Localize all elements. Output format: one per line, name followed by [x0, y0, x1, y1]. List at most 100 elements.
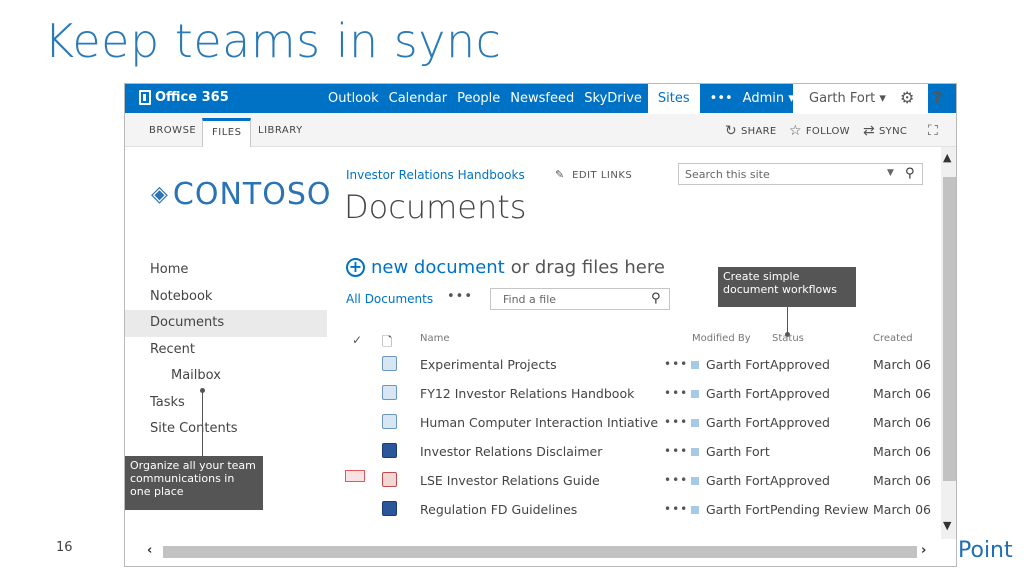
brand-fragment: Point [958, 538, 1013, 563]
column-name[interactable]: Name [420, 333, 450, 344]
share-button[interactable]: ↻ SHARE [725, 123, 777, 139]
suite-nav-skydrive[interactable]: SkyDrive [584, 91, 642, 113]
row-menu-button[interactable]: ••• [664, 357, 688, 371]
row-menu-button[interactable]: ••• [664, 473, 688, 487]
nav-item-home[interactable]: Home [125, 257, 327, 284]
tab-browse[interactable]: BROWSE [140, 118, 205, 147]
communications-callout: Organize all your team communications in… [125, 456, 263, 510]
status: Approved [770, 473, 830, 488]
presence-icon [691, 419, 699, 427]
office365-logo-text: Office 365 [155, 90, 229, 105]
ribbon: BROWSE FILES LIBRARY ↻ SHARE ☆ FOLLOW ⇄ … [125, 114, 956, 147]
check-icon[interactable]: ✓ [352, 333, 362, 347]
table-header: ✓ 🗋 Name Modified By Status Created [346, 328, 946, 350]
table-row[interactable]: Experimental Projects ••• Garth Fort App… [346, 350, 946, 379]
scroll-left-icon[interactable]: ‹ [147, 543, 152, 558]
office365-logo[interactable]: Office 365 [139, 90, 229, 105]
view-more-button[interactable]: ••• [447, 289, 473, 304]
scroll-right-icon[interactable]: › [921, 543, 926, 558]
search-icon[interactable]: ⚲ [905, 166, 915, 181]
gear-icon[interactable]: ⚙ [900, 88, 914, 107]
publisher-file-icon [382, 385, 397, 400]
modified-by[interactable]: Garth Fort [706, 415, 770, 430]
modified-by[interactable]: Garth Fort [706, 444, 770, 459]
follow-label: FOLLOW [805, 125, 850, 137]
find-file-input[interactable]: Find a file ⚲ [490, 288, 670, 310]
table-row[interactable]: FY12 Investor Relations Handbook ••• Gar… [346, 379, 946, 408]
breadcrumb[interactable]: Investor Relations Handbooks [346, 168, 525, 182]
view-all-documents[interactable]: All Documents [346, 292, 433, 306]
modified-by[interactable]: Garth Fort [706, 502, 770, 517]
column-modified-by[interactable]: Modified By [692, 333, 751, 344]
file-name[interactable]: Experimental Projects [420, 357, 557, 372]
suite-nav-outlook[interactable]: Outlook [328, 91, 379, 113]
nav-item-mailbox[interactable]: Mailbox [125, 363, 327, 390]
document-list: Experimental Projects ••• Garth Fort App… [345, 350, 946, 524]
scroll-thumb[interactable] [163, 546, 917, 558]
nav-item-tasks[interactable]: Tasks [125, 390, 327, 417]
follow-button[interactable]: ☆ FOLLOW [789, 123, 850, 139]
scroll-down-icon[interactable]: ▼ [943, 519, 951, 532]
table-row[interactable]: Regulation FD Guidelines ••• Garth Fort … [346, 495, 946, 524]
row-menu-button[interactable]: ••• [664, 415, 688, 429]
selection-marker [345, 470, 365, 482]
vertical-scrollbar[interactable]: ▲ ▼ [941, 147, 956, 539]
focus-icon[interactable]: ⛶ [928, 123, 938, 139]
slide-number: 16 [56, 540, 73, 555]
suite-nav-admin[interactable]: Admin ▾ [743, 91, 795, 113]
file-name[interactable]: FY12 Investor Relations Handbook [420, 386, 634, 401]
site-search-input[interactable]: Search this site ▼ ⚲ [678, 163, 923, 185]
table-row[interactable]: LSE Investor Relations Guide ••• Garth F… [345, 466, 946, 495]
nav-item-site-contents[interactable]: Site Contents [125, 416, 327, 443]
file-name[interactable]: Investor Relations Disclaimer [420, 444, 602, 459]
row-menu-button[interactable]: ••• [664, 502, 688, 516]
suite-nav: Outlook Calendar People Newsfeed SkyDriv… [328, 84, 805, 113]
star-icon: ☆ [789, 123, 802, 139]
chevron-down-icon[interactable]: ▼ [887, 168, 894, 178]
word-file-icon [382, 501, 397, 516]
share-icon: ↻ [725, 123, 738, 139]
suite-nav-newsfeed[interactable]: Newsfeed [510, 91, 574, 113]
presence-icon [691, 390, 699, 398]
created-date: March 06 [873, 386, 931, 401]
scroll-up-icon[interactable]: ▲ [943, 151, 951, 164]
file-name[interactable]: Human Computer Interaction Intiative [420, 415, 658, 430]
search-icon[interactable]: ⚲ [651, 291, 661, 306]
row-menu-button[interactable]: ••• [664, 386, 688, 400]
table-row[interactable]: Human Computer Interaction Intiative •••… [346, 408, 946, 437]
column-created[interactable]: Created [873, 333, 913, 344]
file-name[interactable]: Regulation FD Guidelines [420, 502, 577, 517]
suite-nav-more[interactable]: ••• [710, 91, 733, 113]
suite-nav-calendar[interactable]: Calendar [389, 91, 447, 113]
file-name[interactable]: LSE Investor Relations Guide [420, 473, 600, 488]
user-area: Garth Fort ▾ ⚙ [793, 84, 928, 113]
new-document-area[interactable]: + new document or drag files here [346, 257, 665, 278]
new-document-link[interactable]: new document [371, 257, 505, 278]
site-logo-text: CONTOSO [172, 177, 332, 212]
horizontal-scrollbar[interactable]: ‹ › [141, 543, 941, 559]
scroll-thumb[interactable] [943, 177, 956, 481]
nav-item-documents[interactable]: Documents [125, 310, 327, 337]
sync-button[interactable]: ⇄ SYNC [863, 123, 907, 139]
modified-by[interactable]: Garth Fort [706, 473, 770, 488]
user-menu[interactable]: Garth Fort ▾ [809, 91, 886, 106]
edit-links-button[interactable]: ✎ EDIT LINKS [555, 168, 632, 181]
tab-files[interactable]: FILES [202, 118, 252, 147]
table-row[interactable]: Investor Relations Disclaimer ••• Garth … [346, 437, 946, 466]
suite-nav-people[interactable]: People [457, 91, 500, 113]
column-status[interactable]: Status [772, 333, 804, 344]
nav-item-recent[interactable]: Recent [125, 337, 327, 364]
tab-library[interactable]: LIBRARY [249, 118, 312, 147]
modified-by[interactable]: Garth Fort [706, 357, 770, 372]
row-menu-button[interactable]: ••• [664, 444, 688, 458]
diamond-icon: ◈ [151, 182, 169, 207]
office-logo-icon [139, 90, 151, 105]
help-icon[interactable]: ? [933, 88, 942, 107]
site-logo[interactable]: ◈ CONTOSO [151, 177, 332, 212]
nav-item-notebook[interactable]: Notebook [125, 284, 327, 311]
status: Approved [770, 357, 830, 372]
plus-circle-icon[interactable]: + [346, 258, 365, 277]
drag-files-text: or drag files here [510, 257, 665, 278]
suite-nav-sites[interactable]: Sites [647, 84, 700, 113]
modified-by[interactable]: Garth Fort [706, 386, 770, 401]
